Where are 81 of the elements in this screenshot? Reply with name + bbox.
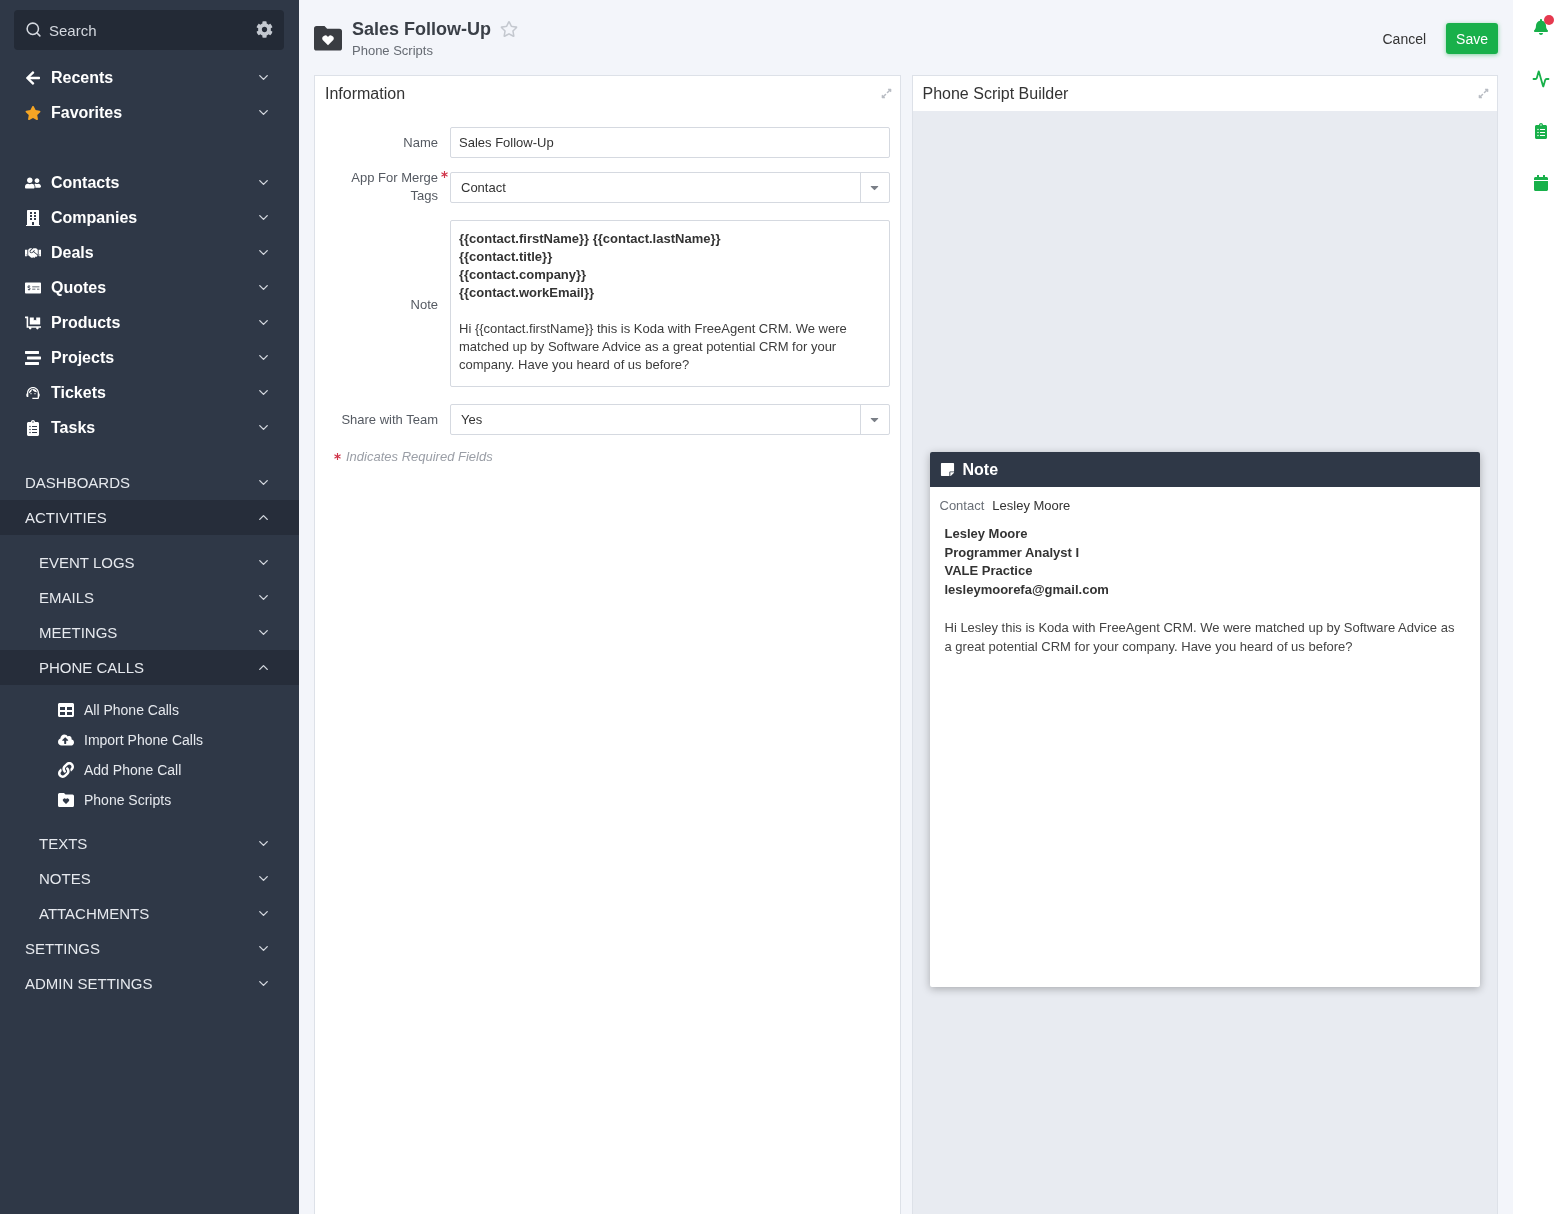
nav-section[interactable]: MEETINGS	[0, 615, 299, 650]
search-field[interactable]: Search	[14, 10, 284, 50]
table-icon	[57, 702, 74, 718]
field-label: Name	[402, 133, 438, 152]
page-subtitle: Phone Scripts	[352, 43, 433, 59]
detail-line: Programmer Analyst I	[944, 543, 1080, 562]
field-label: App For Merge Tags	[350, 169, 438, 205]
panel-title: Information	[325, 84, 406, 103]
nav-item[interactable]: Tasks	[0, 410, 299, 445]
nav-item[interactable]: Projects	[0, 340, 299, 375]
required-fields-note: Indicates Required Fields	[346, 449, 493, 464]
stacked-bars-icon	[24, 349, 41, 366]
nav-link[interactable]: All Phone Calls	[0, 695, 299, 725]
folder-heart-icon	[57, 792, 74, 808]
building-icon	[24, 209, 41, 226]
required-asterisk-icon	[441, 171, 448, 178]
field-label: Contact	[939, 497, 985, 515]
select-field[interactable]: Yes	[450, 404, 890, 435]
nav-section[interactable]: TEXTS	[0, 826, 299, 861]
nav-section[interactable]: NOTES	[0, 861, 299, 896]
expand-icon[interactable]	[1478, 88, 1489, 99]
sticky-note-icon	[939, 462, 955, 477]
arrow-left-icon	[24, 69, 41, 86]
notifications-button[interactable]	[1531, 15, 1554, 36]
folder-heart-icon	[314, 26, 342, 51]
nav-item[interactable]: Favorites	[0, 95, 299, 130]
nav-link[interactable]: Add Phone Call	[0, 755, 299, 785]
dolly-icon	[24, 314, 41, 331]
card-title: Note	[962, 460, 999, 479]
select-field[interactable]: Contact	[450, 171, 890, 203]
nav-link[interactable]: Import Phone Calls	[0, 725, 299, 755]
link-icon	[57, 762, 74, 778]
cloud-upload-icon	[57, 732, 74, 748]
clipboard-icon	[24, 419, 41, 436]
calendar-button[interactable]	[1531, 174, 1550, 192]
clipboard-icon	[1532, 123, 1549, 139]
detail-line: VALE Practice	[944, 562, 1033, 580]
nav-item[interactable]: Recents	[0, 60, 299, 95]
field-value: Lesley Moore	[992, 497, 1071, 515]
nav-item[interactable]: Tickets	[0, 375, 299, 410]
star-icon[interactable]	[500, 20, 519, 38]
star-icon	[24, 104, 41, 121]
pulse-icon	[1531, 70, 1550, 88]
settings-icon[interactable]	[256, 21, 273, 38]
nav-section[interactable]: EMAILS	[0, 580, 299, 615]
expand-icon[interactable]	[880, 88, 892, 99]
note-editor[interactable]	[450, 220, 890, 387]
detail-line: lesleymoorefa@gmail.com	[944, 580, 1109, 599]
nav-item[interactable]: Deals	[0, 235, 299, 270]
merge-tag-line: {{contact.firstName}} {{contact.lastName}}	[459, 230, 722, 248]
required-asterisk-icon	[334, 453, 341, 460]
detail-line: Lesley Moore	[944, 525, 1028, 543]
nav-link[interactable]: Phone Scripts	[0, 785, 299, 815]
note-text: Hi Lesley this is Koda with FreeAgent CRM. We were matched up by Software Advice as a great potential CRM for your company. Have you heard of us before?	[944, 618, 1456, 656]
headset-person-icon	[24, 384, 41, 401]
money-check-icon	[24, 279, 41, 296]
nav-section[interactable]: PHONE CALLS	[0, 650, 299, 685]
nav-item[interactable]: Companies	[0, 200, 299, 235]
nav-section[interactable]: ADMIN SETTINGS	[0, 966, 299, 1001]
merge-tag-line: {{contact.company}}	[459, 266, 588, 284]
nav-item[interactable]: Products	[0, 305, 299, 340]
field-label: Note	[409, 295, 438, 314]
note-text: Hi {{contact.firstName}} this is Koda with FreeAgent CRM. We were matched up by Software Advice as a great potential CRM for your company. Have you heard of us before?	[459, 320, 848, 374]
nav-section[interactable]: DASHBOARDS	[0, 465, 299, 500]
nav-section[interactable]: ATTACHMENTS	[0, 896, 299, 931]
nav-item[interactable]: Contacts	[0, 165, 299, 200]
panel-title: Phone Script Builder	[922, 84, 1069, 103]
merge-tag-line: {{contact.workEmail}}	[459, 284, 596, 302]
text-field[interactable]: Sales Follow-Up	[450, 127, 890, 158]
page-title: Sales Follow-Up	[352, 18, 492, 40]
nav-section[interactable]: EVENT LOGS	[0, 545, 299, 580]
calendar-icon	[1532, 175, 1549, 191]
merge-tag-line: {{contact.title}}	[459, 248, 554, 266]
nav-item[interactable]: Quotes	[0, 270, 299, 305]
search-icon	[25, 21, 42, 38]
nav-section[interactable]: SETTINGS	[0, 931, 299, 966]
nav-section[interactable]: ACTIVITIES	[0, 500, 299, 535]
field-label: Share with Team	[340, 410, 438, 429]
cancel-button[interactable]: Cancel	[1382, 30, 1427, 47]
activity-button[interactable]	[1531, 70, 1550, 88]
bell-icon	[1532, 19, 1549, 35]
